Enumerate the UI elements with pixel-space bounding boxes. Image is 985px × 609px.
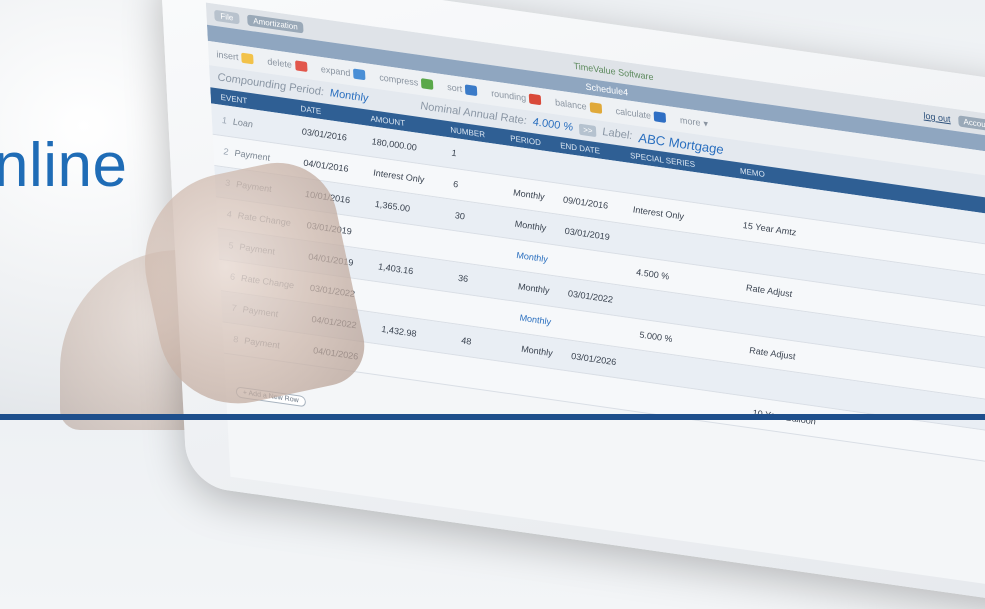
cell-period[interactable]: Monthly [514, 219, 564, 236]
sort-icon [464, 84, 478, 97]
event-name: Payment [234, 147, 271, 163]
cell-end[interactable] [561, 168, 631, 178]
cell-number[interactable]: 36 [458, 273, 518, 292]
sort-button[interactable]: sort [446, 81, 478, 97]
insert-label: insert [216, 49, 239, 63]
cell-number[interactable]: 48 [461, 335, 521, 354]
row-number: 1 [221, 114, 228, 126]
insert-icon [241, 52, 254, 65]
cell-end[interactable]: 03/01/2022 [568, 288, 638, 308]
cell-end[interactable]: 03/01/2019 [564, 226, 634, 246]
compress-icon [420, 78, 434, 90]
cell-number[interactable]: 1 [451, 148, 511, 167]
more-label: more [679, 114, 701, 128]
menu-amortization[interactable]: Amortization [246, 13, 304, 34]
cell-special[interactable] [638, 303, 748, 319]
cell-number[interactable] [460, 309, 520, 318]
cell-number[interactable] [463, 372, 523, 381]
cell-period[interactable] [511, 161, 561, 168]
label-label: Label: [602, 125, 633, 143]
cell-special[interactable]: 4.500 % [636, 267, 746, 293]
balance-label: balance [554, 97, 587, 112]
bottom-accent-bar [0, 414, 985, 420]
balance-icon [589, 102, 602, 114]
compress-label: compress [379, 72, 419, 88]
cell-memo[interactable] [748, 319, 848, 333]
cell-special[interactable]: Interest Only [633, 204, 743, 230]
cell-amount[interactable] [380, 298, 460, 309]
cell-amount[interactable]: 1,432.98 [381, 324, 461, 345]
cell-amount[interactable]: 1,365.00 [375, 199, 455, 220]
calculate-button[interactable]: calculate [615, 105, 667, 124]
expand-icon [353, 68, 366, 81]
cell-period[interactable]: Monthly [513, 187, 563, 204]
cell-number[interactable] [456, 246, 516, 255]
cell-special[interactable] [635, 241, 745, 257]
cell-amount[interactable]: 180,000.00 [371, 136, 451, 157]
cell-number[interactable]: 30 [454, 210, 514, 229]
cell-special[interactable]: 5.000 % [639, 329, 749, 355]
cell-memo[interactable]: Rate Adjust [749, 345, 849, 369]
cell-end[interactable] [569, 325, 639, 335]
cell-period[interactable]: Monthly [519, 312, 569, 329]
cell-period[interactable] [523, 380, 573, 387]
cell-period[interactable]: Monthly [518, 281, 568, 298]
cell-period[interactable]: Monthly [521, 344, 571, 361]
cell-period[interactable]: Monthly [516, 250, 566, 267]
cell-amount[interactable]: 1,403.16 [378, 261, 458, 282]
more-button[interactable]: more ▾ [680, 114, 709, 129]
cell-special[interactable] [643, 397, 753, 413]
cell-memo[interactable] [751, 381, 851, 395]
compounding-value[interactable]: Monthly [330, 87, 369, 105]
cell-memo[interactable] [744, 256, 844, 270]
logout-link[interactable]: log out [923, 110, 951, 124]
cell-end[interactable]: 03/01/2026 [571, 351, 641, 371]
delete-label: delete [267, 56, 293, 70]
cell-date[interactable]: 03/01/2016 [301, 126, 371, 146]
rounding-label: rounding [490, 88, 527, 104]
delete-button[interactable]: delete [267, 56, 308, 73]
cell-event[interactable]: 1 Loan [222, 115, 302, 136]
cell-amount[interactable] [376, 235, 456, 246]
rounding-button[interactable]: rounding [490, 88, 542, 106]
more-icon: ▾ [703, 117, 709, 129]
nominal-value[interactable]: 4.000 % [532, 116, 573, 134]
expand-chevron[interactable]: >> [578, 123, 597, 137]
expand-label: expand [320, 63, 351, 79]
account-button[interactable]: Account [958, 114, 985, 132]
cell-memo[interactable]: Rate Adjust [746, 282, 846, 306]
expand-button[interactable]: expand [320, 63, 366, 81]
cell-memo[interactable] [741, 194, 841, 208]
delete-icon [294, 60, 308, 73]
menu-file[interactable]: File [214, 9, 240, 24]
cell-amount[interactable] [383, 360, 463, 371]
cell-end[interactable] [573, 387, 643, 397]
cell-amount[interactable]: Interest Only [373, 167, 453, 188]
cell-number[interactable]: 6 [453, 179, 513, 198]
rounding-icon [528, 93, 542, 106]
compress-button[interactable]: compress [379, 72, 434, 90]
cell-memo[interactable]: 15 Year Amtz [742, 220, 842, 244]
event-name: Loan [232, 116, 254, 130]
balance-button[interactable]: balance [555, 97, 602, 114]
insert-button[interactable]: insert [216, 49, 254, 65]
cell-special[interactable] [631, 178, 741, 194]
calculate-label: calculate [615, 105, 652, 121]
sort-label: sort [446, 81, 463, 95]
cell-special[interactable] [641, 366, 751, 382]
cell-end[interactable] [566, 262, 636, 272]
calculate-icon [653, 111, 667, 124]
headline-text: nline [0, 131, 128, 200]
cell-end[interactable]: 09/01/2016 [563, 194, 633, 214]
row-number: 2 [223, 146, 229, 158]
